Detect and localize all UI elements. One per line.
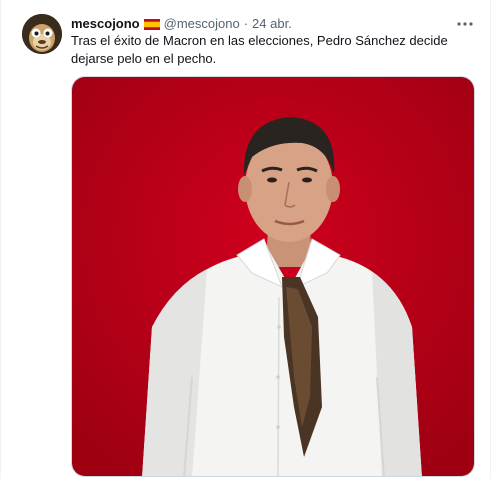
- more-horizontal-icon: [457, 22, 473, 26]
- author-name[interactable]: mescojono: [71, 15, 140, 33]
- author-handle[interactable]: @mescojono: [164, 15, 240, 33]
- photo-man-white-shirt: [72, 77, 474, 476]
- tweet-header: mescojono @mescojono · 24 abr.: [71, 14, 474, 34]
- tweet-card[interactable]: mescojono @mescojono · 24 abr. Tras el é…: [0, 0, 491, 479]
- tweet-date[interactable]: 24 abr.: [252, 15, 292, 33]
- tweet-text: Tras el éxito de Macron en las eleccione…: [71, 33, 448, 66]
- tweet-photo[interactable]: [71, 76, 475, 477]
- avatar-image: [22, 14, 62, 54]
- more-options-button[interactable]: [453, 14, 477, 34]
- author-avatar[interactable]: [22, 14, 62, 54]
- separator: ·: [243, 16, 249, 31]
- spain-flag-icon: [143, 18, 160, 30]
